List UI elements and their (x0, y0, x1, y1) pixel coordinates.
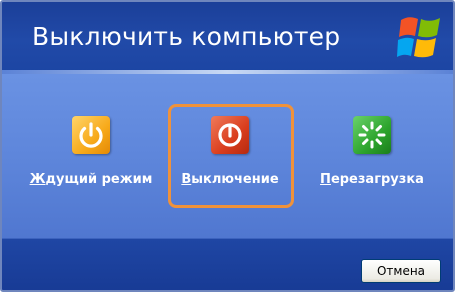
windows-logo-icon (397, 17, 440, 58)
shutdown-option[interactable]: Выключение (174, 116, 286, 187)
standby-text: дущий режим (45, 172, 153, 187)
cancel-button[interactable]: Отмена (361, 259, 441, 283)
shutdown-label: Выключение (174, 172, 286, 187)
standby-option[interactable]: Ждущий режим (24, 116, 158, 187)
restart-text: ерезагрузка (330, 172, 424, 187)
restart-accel: П (320, 172, 331, 187)
power-icon (211, 116, 249, 154)
dialog-header: Выключить компьютер (2, 2, 453, 72)
restart-option[interactable]: Перезагрузка (308, 116, 436, 187)
shutdown-text: ыключение (191, 172, 279, 187)
standby-icon (72, 116, 110, 154)
dialog-title: Выключить компьютер (32, 22, 341, 51)
restart-icon (353, 116, 391, 154)
shutdown-dialog: Выключить компьютер Ждущий режим Выключе… (0, 0, 455, 292)
dialog-body: Ждущий режим Выключение Перезагрузка (2, 74, 453, 238)
dialog-footer: Отмена (2, 238, 453, 290)
standby-label: Ждущий режим (24, 172, 158, 187)
restart-label: Перезагрузка (308, 172, 436, 187)
shutdown-accel: В (181, 172, 192, 187)
standby-accel: Ж (29, 172, 46, 187)
